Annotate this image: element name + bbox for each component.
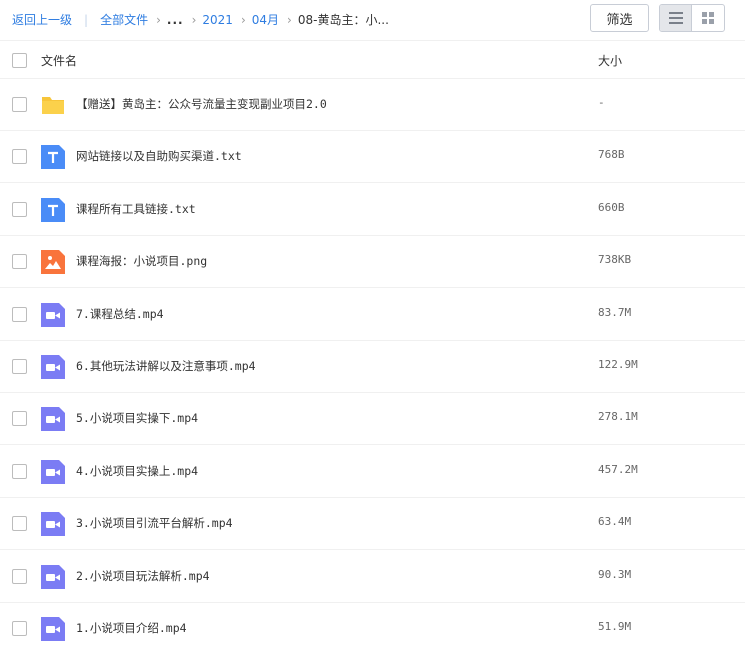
row-checkbox[interactable] — [12, 97, 27, 112]
image-file-icon — [41, 250, 65, 274]
file-size: 90.3M — [598, 568, 632, 581]
file-size: 738KB — [598, 253, 632, 266]
table-header: 文件名 大小 — [0, 41, 745, 79]
filter-button[interactable]: 筛选 — [590, 4, 649, 32]
chevron-right-icon: › — [240, 12, 246, 27]
column-header-size[interactable]: 大小 — [598, 52, 622, 69]
breadcrumb-root[interactable]: 全部文件 — [100, 11, 148, 28]
file-name[interactable]: 课程海报：小说项目.png — [76, 253, 207, 269]
row-checkbox[interactable] — [12, 307, 27, 322]
file-name[interactable]: 1.小说项目介绍.mp4 — [76, 620, 187, 636]
video-file-icon — [41, 407, 65, 431]
row-checkbox[interactable] — [12, 359, 27, 374]
file-size: - — [598, 96, 605, 109]
row-checkbox[interactable] — [12, 464, 27, 479]
video-file-icon — [41, 617, 65, 641]
file-name[interactable]: 【赠送】黄岛主：公众号流量主变现副业项目2.0 — [76, 96, 327, 112]
chevron-right-icon: › — [156, 12, 161, 27]
table-row[interactable]: 3.小说项目引流平台解析.mp4 63.4M — [0, 498, 745, 550]
grid-view-button[interactable] — [692, 5, 724, 31]
file-size: 63.4M — [598, 515, 632, 528]
video-file-icon — [41, 512, 65, 536]
breadcrumb-month[interactable]: 04月 — [252, 11, 279, 28]
table-row[interactable]: 7.课程总结.mp4 83.7M — [0, 289, 745, 341]
breadcrumb: 返回上一级 | 全部文件 › ... › 2021 › 04月 › 08-黄岛主… — [12, 11, 389, 28]
file-name[interactable]: 7.课程总结.mp4 — [76, 306, 164, 322]
select-all-checkbox[interactable] — [12, 53, 27, 68]
file-name[interactable]: 3.小说项目引流平台解析.mp4 — [76, 515, 233, 531]
table-row[interactable]: 【赠送】黄岛主：公众号流量主变现副业项目2.0 - — [0, 79, 745, 131]
video-file-icon — [41, 303, 65, 327]
text-file-icon — [41, 198, 65, 222]
chevron-right-icon: › — [287, 12, 292, 27]
text-file-icon — [41, 145, 65, 169]
file-name[interactable]: 网站链接以及自助购买渠道.txt — [76, 148, 242, 164]
file-size: 660B — [598, 201, 625, 214]
list-view-button[interactable] — [660, 5, 693, 31]
row-checkbox[interactable] — [12, 516, 27, 531]
row-checkbox[interactable] — [12, 254, 27, 269]
file-name[interactable]: 5.小说项目实操下.mp4 — [76, 410, 198, 426]
chevron-right-icon: › — [191, 12, 197, 27]
table-row[interactable]: 1.小说项目介绍.mp4 51.9M — [0, 603, 745, 647]
file-size: 278.1M — [598, 410, 638, 423]
row-checkbox[interactable] — [12, 202, 27, 217]
table-row[interactable]: 5.小说项目实操下.mp4 278.1M — [0, 393, 745, 445]
file-size: 51.9M — [598, 620, 632, 633]
toolbar: 返回上一级 | 全部文件 › ... › 2021 › 04月 › 08-黄岛主… — [0, 0, 745, 41]
breadcrumb-ellipsis[interactable]: ... — [167, 13, 184, 27]
view-toggle — [659, 4, 725, 32]
file-name[interactable]: 6.其他玩法讲解以及注意事项.mp4 — [76, 358, 256, 374]
file-name[interactable]: 2.小说项目玩法解析.mp4 — [76, 568, 210, 584]
breadcrumb-divider: | — [84, 12, 89, 27]
row-checkbox[interactable] — [12, 569, 27, 584]
folder-icon — [42, 97, 64, 114]
breadcrumb-current: 08-黄岛主：小... — [297, 13, 389, 27]
table-row[interactable]: 课程海报：小说项目.png 738KB — [0, 236, 745, 288]
column-header-name[interactable]: 文件名 — [41, 52, 77, 69]
table-row[interactable]: 6.其他玩法讲解以及注意事项.mp4 122.9M — [0, 341, 745, 393]
video-file-icon — [41, 565, 65, 589]
list-view-icon — [668, 12, 683, 24]
row-checkbox[interactable] — [12, 621, 27, 636]
file-name[interactable]: 4.小说项目实操上.mp4 — [76, 463, 198, 479]
back-link[interactable]: 返回上一级 — [12, 11, 72, 28]
grid-view-icon — [702, 12, 714, 24]
table-row[interactable]: 4.小说项目实操上.mp4 457.2M — [0, 446, 745, 498]
row-checkbox[interactable] — [12, 149, 27, 164]
video-file-icon — [41, 355, 65, 379]
file-size: 457.2M — [598, 463, 638, 476]
row-checkbox[interactable] — [12, 411, 27, 426]
file-size: 83.7M — [598, 306, 632, 319]
table-row[interactable]: 2.小说项目玩法解析.mp4 90.3M — [0, 551, 745, 603]
file-size: 768B — [598, 148, 625, 161]
breadcrumb-year[interactable]: 2021 — [202, 13, 233, 27]
file-name[interactable]: 课程所有工具链接.txt — [76, 201, 196, 217]
table-row[interactable]: 课程所有工具链接.txt 660B — [0, 184, 745, 236]
table-row[interactable]: 网站链接以及自助购买渠道.txt 768B — [0, 131, 745, 183]
video-file-icon — [41, 460, 65, 484]
file-size: 122.9M — [598, 358, 638, 371]
